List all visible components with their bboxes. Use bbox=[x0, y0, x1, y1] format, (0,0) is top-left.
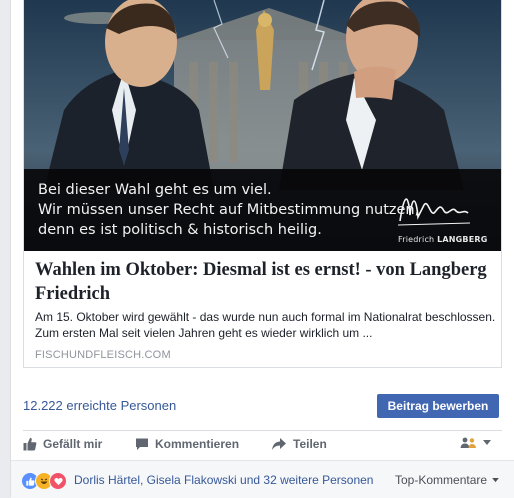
comment-icon bbox=[136, 438, 148, 450]
preview-image[interactable]: Bei dieser Wahl geht es um viel. Wir müs… bbox=[24, 0, 501, 251]
reach-count-link[interactable]: 12.222 erreichte Personen bbox=[23, 398, 176, 413]
love-reaction-icon bbox=[49, 472, 67, 490]
reactors-link[interactable]: Dorlis Härtel, Gisela Flakowski und 32 w… bbox=[74, 473, 373, 487]
boost-post-button[interactable]: Beitrag bewerben bbox=[377, 394, 499, 418]
preview-domain: FISCHUNDFLEISCH.COM bbox=[35, 349, 171, 361]
signature-last-name: LANGBERG bbox=[437, 235, 488, 244]
link-preview[interactable]: Bei dieser Wahl geht es um viel. Wir müs… bbox=[23, 0, 502, 368]
comment-label: Kommentieren bbox=[155, 437, 240, 451]
preview-description: Am 15. Oktober wird gewählt - das wurde … bbox=[35, 310, 496, 340]
thumbs-up-icon bbox=[23, 437, 37, 451]
like-button[interactable]: Gefällt mir bbox=[23, 430, 102, 458]
comment-button[interactable]: Kommentieren bbox=[135, 430, 239, 458]
action-row: Gefällt mir Kommentieren Teilen bbox=[11, 430, 514, 458]
signature: Friedrich LANGBERG bbox=[394, 185, 494, 249]
share-label: Teilen bbox=[293, 437, 327, 451]
reaction-icons[interactable] bbox=[21, 472, 67, 490]
comment-sort-label: Top-Kommentare bbox=[395, 473, 488, 487]
handwritten-signature bbox=[397, 198, 471, 226]
audience-selector[interactable] bbox=[459, 437, 491, 449]
comment-bar: Dorlis Härtel, Gisela Flakowski und 32 w… bbox=[11, 460, 514, 498]
caption-line: denn es ist politisch & historisch heili… bbox=[38, 222, 322, 238]
share-button[interactable]: Teilen bbox=[271, 430, 327, 458]
reach-row: 12.222 erreichte Personen Beitrag bewerb… bbox=[11, 382, 514, 430]
share-arrow-icon bbox=[272, 438, 286, 450]
comment-sort-dropdown[interactable]: Top-Kommentare bbox=[395, 473, 500, 487]
signature-first-name: Friedrich bbox=[398, 235, 435, 244]
signature-name: Friedrich LANGBERG bbox=[398, 235, 488, 244]
chevron-down-icon bbox=[492, 478, 500, 483]
chevron-down-icon bbox=[483, 440, 491, 445]
caption-line: Wir müssen unser Recht auf Mitbestimmung… bbox=[38, 202, 420, 218]
like-label: Gefällt mir bbox=[43, 437, 103, 451]
preview-title[interactable]: Wahlen im Oktober: Diesmal ist es ernst!… bbox=[35, 258, 497, 306]
friends-icon bbox=[460, 437, 476, 448]
post-card: Bei dieser Wahl geht es um viel. Wir müs… bbox=[10, 0, 514, 498]
caption-line: Bei dieser Wahl geht es um viel. bbox=[38, 182, 272, 198]
